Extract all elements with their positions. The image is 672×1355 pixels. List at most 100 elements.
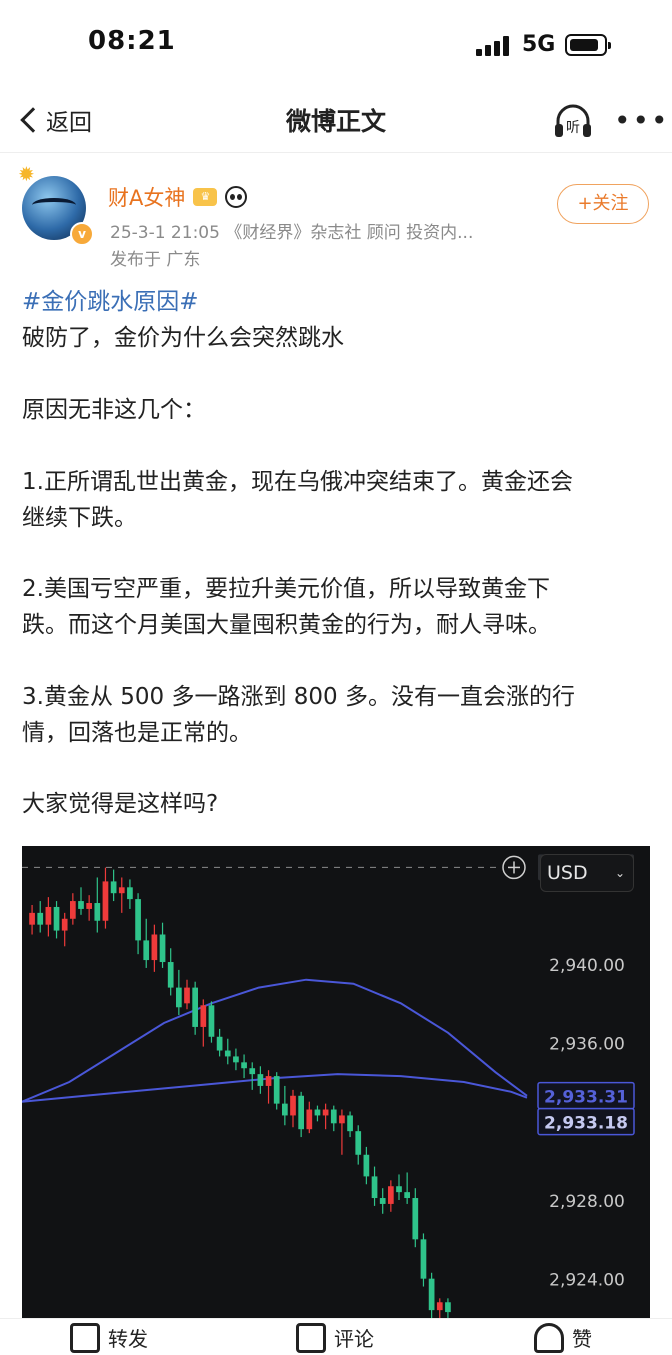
candle-body <box>265 1076 272 1086</box>
verified-badge-icon: v <box>70 222 94 246</box>
post-line: 原因无非这几个： <box>22 397 206 423</box>
listen-button[interactable]: 听 <box>552 100 594 142</box>
avatar[interactable]: ✹ v <box>18 162 94 246</box>
candle-body <box>339 1115 345 1124</box>
candle-body <box>192 987 199 1027</box>
post-line: 跌。而这个月美国大量囤积黄金的行为，耐人寻味。 <box>22 612 551 638</box>
candle-body <box>135 899 141 941</box>
candle-body <box>428 1278 435 1311</box>
candle-body <box>78 901 84 909</box>
post-line: 3.黄金从 500 多一路涨到 800 多。没有一直会涨的行 <box>22 684 575 710</box>
crown-icon: ✹ <box>18 162 35 186</box>
post-line: 1.正所谓乱世出黄金，现在乌俄冲突结束了。黄金还会 <box>22 469 573 495</box>
candle-body <box>404 1192 411 1199</box>
signal-icon <box>476 36 512 56</box>
candle-body <box>110 881 117 894</box>
candle-body <box>69 901 76 919</box>
currency-select[interactable]: USD ⌄ <box>540 854 634 892</box>
thumbs-up-icon <box>534 1323 564 1353</box>
candle-body <box>224 1050 231 1057</box>
candle-body <box>184 987 190 1004</box>
candle-body <box>298 1095 305 1130</box>
post-line: 大家觉得是这样吗? <box>22 791 219 817</box>
candle-body <box>233 1056 239 1063</box>
candle-body <box>167 962 174 988</box>
candle-body <box>322 1109 329 1116</box>
like-button[interactable]: 赞 <box>534 1323 592 1355</box>
candle-body <box>347 1115 353 1132</box>
candle-body <box>412 1198 419 1240</box>
follow-button[interactable]: +关注 <box>557 184 649 224</box>
repost-button[interactable]: 转发 <box>70 1323 148 1355</box>
post-line: 情，回落也是正常的。 <box>22 720 252 746</box>
candle-body <box>102 881 109 921</box>
candle-body <box>436 1302 443 1311</box>
candle-body <box>387 1186 394 1204</box>
listen-label: 听 <box>566 120 580 136</box>
candle-body <box>200 1005 207 1027</box>
status-bar: 08:21 5G <box>0 0 672 90</box>
candle-body <box>355 1131 362 1155</box>
candle-body <box>86 903 93 909</box>
post-location: 发布于 广东 <box>110 250 201 270</box>
candle-body <box>281 1103 288 1116</box>
eagle-icon <box>32 198 76 212</box>
y-tick-label: 2,936.00 <box>549 1035 625 1055</box>
headphones-icon: 听 <box>555 104 591 137</box>
candle-body <box>420 1239 427 1279</box>
y-tick-label: 2,940.00 <box>549 956 625 976</box>
author-name[interactable]: 财A女神 <box>108 182 185 212</box>
candle-body <box>290 1095 296 1116</box>
repost-icon <box>70 1323 100 1353</box>
vip-crown-badge-icon: ♛ <box>193 188 218 206</box>
network-type: 5G <box>522 32 556 57</box>
candle-body <box>37 912 44 925</box>
candle-body <box>159 934 166 963</box>
panda-badge-icon <box>225 186 248 208</box>
gold-price-chart[interactable]: 2,940.002,936.002,932.002,928.002,924.00… <box>22 846 650 1318</box>
candle-body <box>61 918 68 931</box>
candle-body <box>208 1005 215 1037</box>
chevron-down-icon: ⌄ <box>614 866 625 880</box>
candle-body <box>45 906 52 925</box>
candle-body <box>379 1198 386 1204</box>
candle-body <box>29 912 35 925</box>
candle-body <box>363 1154 370 1177</box>
candle-body <box>314 1109 321 1116</box>
candle-body <box>127 887 133 900</box>
chart-canvas: 2,940.002,936.002,932.002,928.002,924.00… <box>22 854 635 1318</box>
y-tick-label: 2,928.00 <box>549 1192 625 1212</box>
candle-body <box>396 1186 402 1193</box>
price-tag-label: 2,933.31 <box>544 1088 628 1108</box>
candle-body <box>118 887 125 894</box>
candle-body <box>330 1109 337 1124</box>
candle-body <box>143 940 150 961</box>
candle-body <box>151 934 158 961</box>
candle-body <box>273 1076 280 1104</box>
author-name-row[interactable]: 财A女神 ♛ <box>108 182 248 212</box>
post-line: 破防了，金价为什么会突然跳水 <box>22 325 344 351</box>
post-meta: 25-3-1 21:05 《财经界》杂志社 顾问 投资内... <box>110 223 474 243</box>
clock: 08:21 <box>88 26 176 56</box>
candle-body <box>241 1062 247 1069</box>
battery-icon <box>565 34 611 56</box>
comment-button[interactable]: 评论 <box>296 1323 374 1355</box>
price-tag-label: 2,933.18 <box>544 1114 628 1134</box>
candle-body <box>306 1109 313 1130</box>
candle-body <box>249 1068 256 1075</box>
candle-body <box>94 903 101 921</box>
candle-body <box>257 1074 264 1086</box>
post-hashtag[interactable]: #金价跳水原因# <box>22 284 652 320</box>
post-line: 2.美国亏空严重，要拉升美元价值，所以导致黄金下 <box>22 576 550 602</box>
top-nav-bar: 返回 微博正文 听 ••• <box>0 90 672 153</box>
candle-body <box>371 1176 378 1199</box>
comment-icon <box>296 1323 326 1353</box>
post-line: 继续下跌。 <box>22 505 137 531</box>
more-options-icon[interactable]: ••• <box>614 104 670 137</box>
candle-body <box>53 906 60 931</box>
bottom-action-bar: 转发 评论 赞 <box>0 1318 672 1355</box>
candle-body <box>175 987 182 1008</box>
candle-body <box>216 1036 223 1051</box>
y-tick-label: 2,924.00 <box>549 1271 625 1291</box>
candle-body <box>445 1302 451 1313</box>
